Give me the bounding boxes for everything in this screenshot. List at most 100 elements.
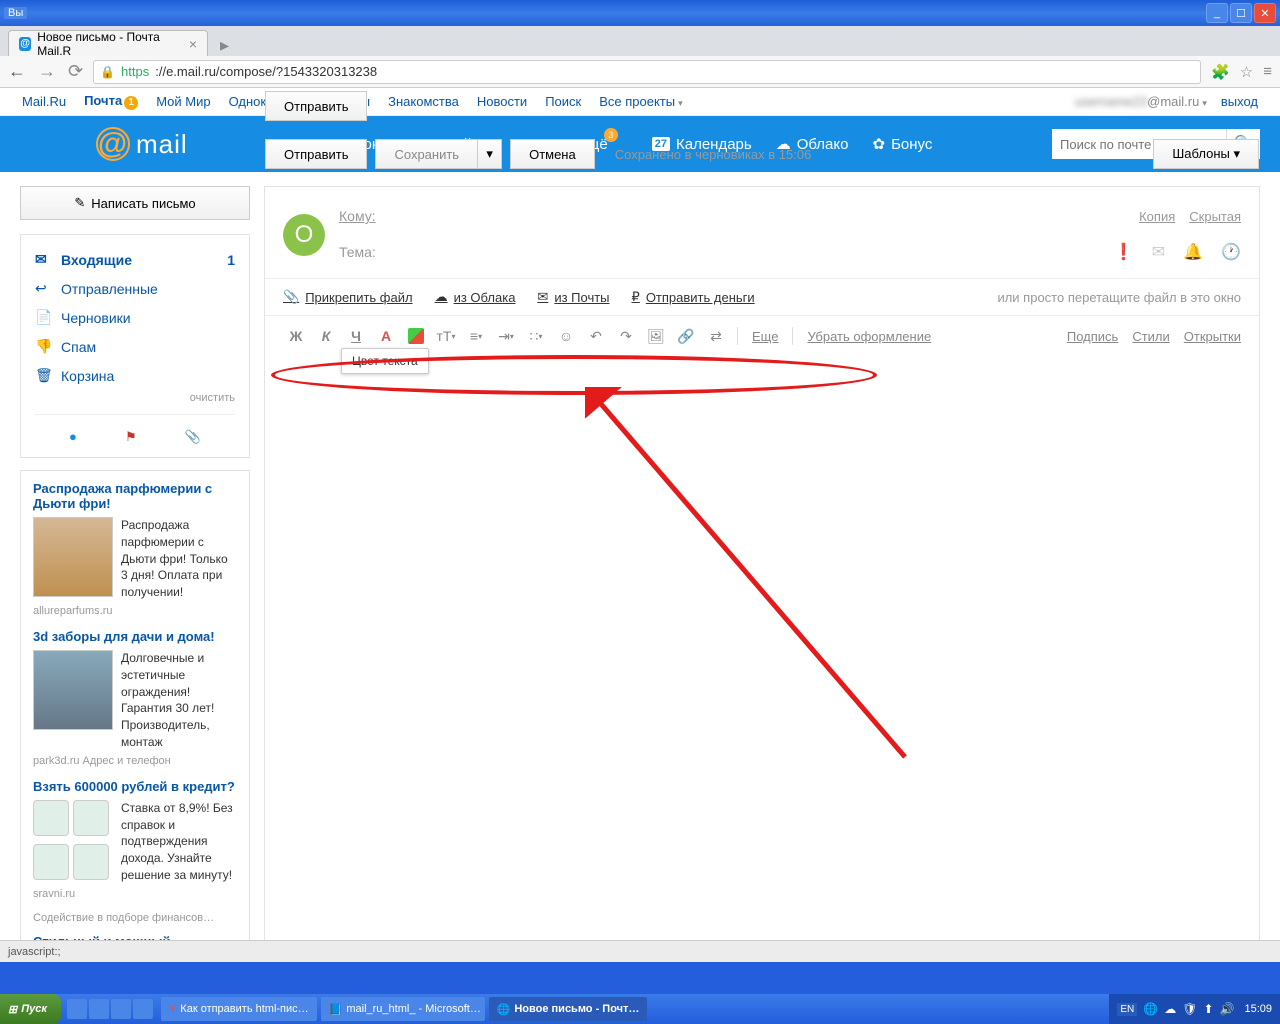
send-button[interactable]: Отправить bbox=[265, 91, 367, 121]
tray-clock[interactable]: 15:09 bbox=[1244, 1003, 1272, 1015]
underline-button[interactable]: Ч bbox=[343, 324, 369, 348]
tray-volume-icon[interactable]: 🔊 bbox=[1220, 1002, 1235, 1016]
undo-button[interactable]: ↶ bbox=[583, 324, 609, 348]
bold-button[interactable]: Ж bbox=[283, 324, 309, 348]
minimize-button[interactable]: _ bbox=[1206, 3, 1228, 23]
save-dropdown[interactable]: ▾ bbox=[478, 139, 502, 169]
ql-icon[interactable] bbox=[67, 999, 87, 1019]
notify-icon[interactable]: 🔔 bbox=[1183, 242, 1203, 262]
priority-icon[interactable]: ❗ bbox=[1114, 242, 1134, 262]
portal-link-pochta[interactable]: Почта1 bbox=[84, 93, 138, 110]
portal-link-moimir[interactable]: Мой Мир bbox=[156, 94, 210, 109]
browser-tab-active[interactable]: @ Новое письмо - Почта Mail.R × bbox=[8, 30, 208, 56]
clear-trash-link[interactable]: очистить bbox=[35, 392, 235, 404]
tab-close-icon[interactable]: × bbox=[189, 36, 197, 52]
system-tray: EN 🌐 ☁ 🛡 ⬆ 🔊 15:09 bbox=[1109, 994, 1280, 1024]
filter-flagged-icon[interactable]: ⚑ bbox=[125, 429, 137, 445]
back-button[interactable]: ← bbox=[8, 61, 26, 82]
list-button[interactable]: ∷▾ bbox=[523, 324, 549, 348]
cc-link[interactable]: Копия bbox=[1139, 209, 1175, 224]
save-button[interactable]: Сохранить bbox=[375, 139, 478, 169]
ql-icon[interactable] bbox=[89, 999, 109, 1019]
ruble-icon: ₽ bbox=[632, 289, 640, 305]
to-label[interactable]: Кому: bbox=[339, 208, 389, 224]
maximize-button[interactable]: ☐ bbox=[1230, 3, 1252, 23]
folder-drafts[interactable]: 📄Черновики bbox=[35, 303, 235, 332]
templates-button[interactable]: Шаблоны ▾ bbox=[1153, 139, 1259, 169]
menu-icon[interactable]: ≡ bbox=[1263, 63, 1272, 81]
ad-title[interactable]: Взять 600000 рублей в кредит? bbox=[33, 779, 237, 794]
send-button[interactable]: Отправить bbox=[265, 139, 367, 169]
font-size-button[interactable]: тT▾ bbox=[433, 324, 459, 348]
portal-link-dating[interactable]: Знакомства bbox=[388, 94, 459, 109]
link-button[interactable]: 🔗 bbox=[673, 324, 699, 348]
align-button[interactable]: ≡▾ bbox=[463, 324, 489, 348]
url-path: ://e.mail.ru/compose/?1543320313238 bbox=[155, 64, 377, 79]
portal-link-search[interactable]: Поиск bbox=[545, 94, 581, 109]
receipt-icon[interactable]: ✉ bbox=[1152, 242, 1165, 262]
ads-block: Распродажа парфюмерии с Дьюти фри!Распро… bbox=[20, 470, 250, 960]
indent-button[interactable]: ⇥▾ bbox=[493, 324, 519, 348]
address-bar[interactable]: 🔒 https://e.mail.ru/compose/?15433203132… bbox=[93, 60, 1201, 84]
attach-file-link[interactable]: 📎Прикрепить файл bbox=[283, 289, 413, 305]
extension-icon[interactable]: 🧩 bbox=[1211, 63, 1230, 81]
filter-attach-icon[interactable]: 📎 bbox=[185, 429, 201, 445]
reload-button[interactable]: ⟳ bbox=[68, 61, 83, 82]
taskbar-task-active[interactable]: 🌐Новое письмо - Почт… bbox=[489, 997, 648, 1021]
attach-bar: 📎Прикрепить файл ☁из Облака ✉из Почты ₽О… bbox=[265, 278, 1259, 316]
attach-cloud-link[interactable]: ☁из Облака bbox=[435, 289, 516, 305]
ad-title[interactable]: 3d заборы для дачи и дома! bbox=[33, 629, 237, 644]
mail-logo[interactable]: @ mail bbox=[96, 127, 188, 161]
tray-lang[interactable]: EN bbox=[1117, 1003, 1137, 1016]
emoji-button[interactable]: ☺ bbox=[553, 324, 579, 348]
lang-switch-indicator[interactable]: Вы bbox=[4, 7, 27, 19]
signature-link[interactable]: Подпись bbox=[1067, 329, 1118, 344]
logout-link[interactable]: выход bbox=[1221, 94, 1258, 109]
ad-text: Ставка от 8,9%! Без справок и подтвержде… bbox=[121, 800, 237, 884]
cancel-button[interactable]: Отмена bbox=[510, 139, 595, 169]
bookmark-star-icon[interactable]: ☆ bbox=[1240, 63, 1253, 81]
folder-trash[interactable]: 🗑Корзина bbox=[35, 361, 235, 390]
new-tab-button[interactable]: ▸ bbox=[214, 35, 235, 56]
styles-link[interactable]: Стили bbox=[1132, 329, 1169, 344]
bg-color-button[interactable] bbox=[403, 324, 429, 348]
ad-image[interactable] bbox=[33, 650, 113, 730]
taskbar-task[interactable]: YКак отправить html-пис… bbox=[161, 997, 317, 1021]
portal-header: Mail.Ru Почта1 Мой Мир Одноклассники Игр… bbox=[0, 88, 1280, 116]
ql-icon[interactable] bbox=[111, 999, 131, 1019]
folder-sent[interactable]: ↩Отправленные bbox=[35, 274, 235, 303]
start-button[interactable]: ⊞Пуск bbox=[0, 994, 61, 1024]
taskbar-task[interactable]: 📘mail_ru_html_ - Microsoft… bbox=[321, 997, 485, 1021]
send-money-link[interactable]: ₽Отправить деньги bbox=[632, 289, 755, 305]
editor-more-link[interactable]: Еще bbox=[752, 329, 778, 344]
folder-inbox[interactable]: ✉Входящие1 bbox=[35, 245, 235, 274]
ad-title[interactable]: Распродажа парфюмерии с Дьюти фри! bbox=[33, 481, 237, 511]
tray-icon[interactable]: ☁ bbox=[1164, 1002, 1176, 1016]
text-color-button[interactable]: A bbox=[373, 324, 399, 348]
filter-unread-icon[interactable]: ● bbox=[69, 429, 77, 445]
image-button[interactable]: 🖼 bbox=[643, 324, 669, 348]
ad-image[interactable] bbox=[33, 517, 113, 597]
italic-button[interactable]: К bbox=[313, 324, 339, 348]
bcc-link[interactable]: Скрытая bbox=[1189, 209, 1241, 224]
redo-button[interactable]: ↷ bbox=[613, 324, 639, 348]
user-email[interactable]: username23@mail.ru bbox=[1075, 94, 1207, 109]
forward-button[interactable]: → bbox=[38, 61, 56, 82]
ad-domain: park3d.ru Адрес и телефон bbox=[33, 755, 237, 767]
ql-icon[interactable] bbox=[133, 999, 153, 1019]
compose-button[interactable]: ✎ Написать письмо bbox=[20, 186, 250, 220]
portal-link-news[interactable]: Новости bbox=[477, 94, 527, 109]
tray-icon[interactable]: 🛡 bbox=[1182, 1002, 1197, 1016]
clear-format-link[interactable]: Убрать оформление bbox=[807, 329, 931, 344]
ad-image[interactable] bbox=[33, 800, 113, 884]
tray-icon[interactable]: 🌐 bbox=[1143, 1002, 1158, 1016]
close-button[interactable]: ✕ bbox=[1254, 3, 1276, 23]
schedule-icon[interactable]: 🕐 bbox=[1221, 242, 1241, 262]
portal-link-mailru[interactable]: Mail.Ru bbox=[22, 94, 66, 109]
attach-mail-link[interactable]: ✉из Почты bbox=[537, 289, 609, 305]
portal-link-all-projects[interactable]: Все проекты bbox=[599, 94, 682, 109]
postcards-link[interactable]: Открытки bbox=[1184, 329, 1241, 344]
folder-spam[interactable]: 👎Спам bbox=[35, 332, 235, 361]
tray-icon[interactable]: ⬆ bbox=[1203, 1002, 1213, 1016]
translit-button[interactable]: ⇄ bbox=[703, 324, 729, 348]
